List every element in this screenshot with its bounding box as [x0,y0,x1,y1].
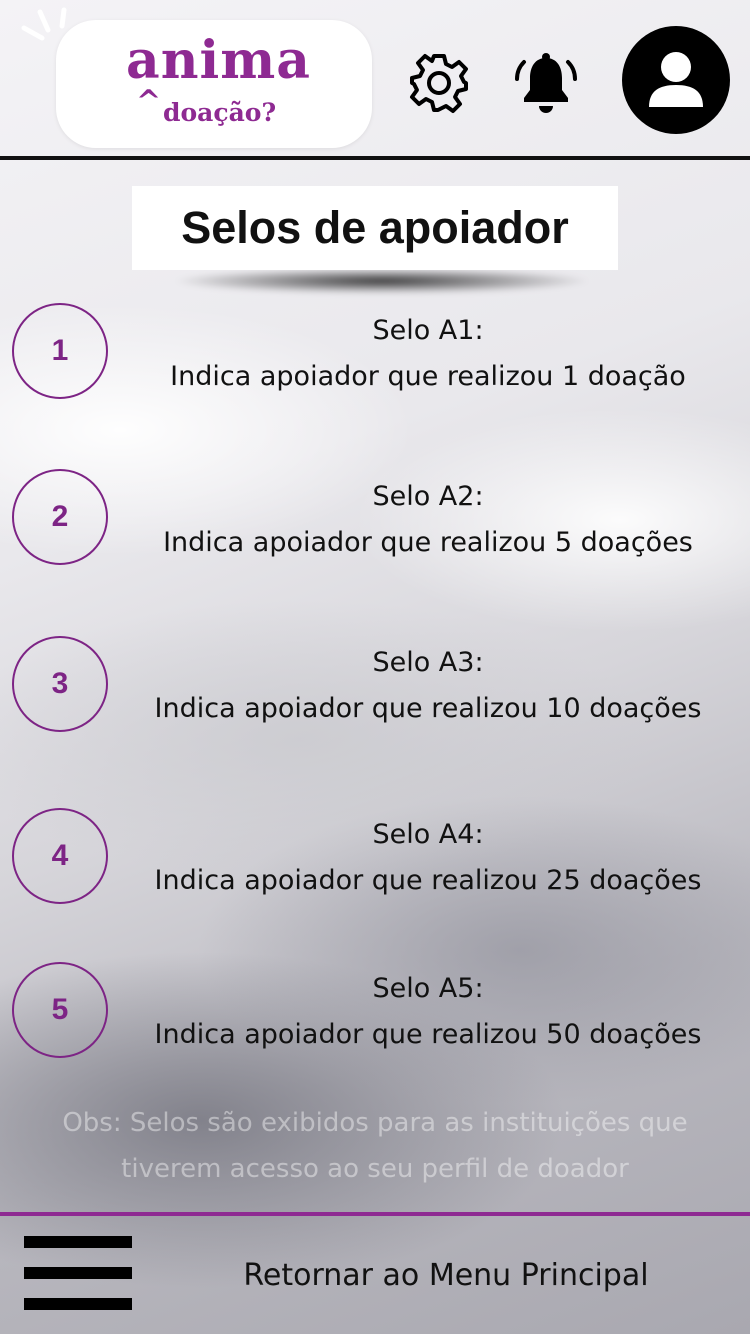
seal-description: Selo A4: Indica apoiador que realizou 25… [106,812,750,904]
seal-name: Selo A1: [372,315,484,346]
seals-visibility-note: Obs: Selos são exibidos para as institui… [10,1100,740,1192]
return-to-main-menu-button[interactable]: Retornar ao Menu Principal [196,1246,696,1304]
hamburger-icon[interactable] [24,1236,132,1310]
seal-number-badge: 3 [12,636,108,732]
header-divider [0,156,750,160]
seal-name: Selo A5: [372,973,484,1004]
settings-button[interactable] [408,52,470,114]
seal-detail: Indica apoiador que realizou 10 doações [154,693,702,724]
seal-item-a2: 2 Selo A2: Indica apoiador que realizou … [0,469,750,592]
notifications-button[interactable] [512,50,580,116]
logo-subtitle: doação? [163,98,277,127]
seal-detail: Indica apoiador que realizou 50 doações [154,1019,702,1050]
seal-detail: Indica apoiador que realizou 1 doação [170,361,686,392]
seal-description: Selo A2: Indica apoiador que realizou 5 … [106,474,750,566]
profile-button[interactable] [622,26,730,134]
bottom-bar: Retornar ao Menu Principal [0,1216,750,1334]
bell-icon [515,53,577,113]
page-title: Selos de apoiador [132,186,618,270]
title-shadow [172,268,592,294]
app-header: anima ^ doação? [0,0,750,158]
seal-item-a4: 4 Selo A4: Indica apoiador que realizou … [0,808,750,930]
seal-name: Selo A3: [372,647,484,678]
logo-wordmark: anima [126,30,311,91]
seal-name: Selo A2: [372,481,484,512]
seal-description: Selo A1: Indica apoiador que realizou 1 … [106,308,750,400]
seal-detail: Indica apoiador que realizou 25 doações [154,865,702,896]
logo-accent: ^ [136,84,162,119]
seal-number-badge: 4 [12,808,108,904]
note-line: tiverem acesso ao seu perfil de doador [121,1154,629,1184]
seal-number-badge: 1 [12,303,108,399]
seal-number-badge: 5 [12,962,108,1058]
seal-number-badge: 2 [12,469,108,565]
user-avatar-icon [649,52,703,107]
seal-description: Selo A5: Indica apoiador que realizou 50… [106,966,750,1058]
gear-icon [410,54,468,113]
seal-name: Selo A4: [372,819,484,850]
seal-item-a3: 3 Selo A3: Indica apoiador que realizou … [0,636,750,758]
seal-item-a5: 5 Selo A5: Indica apoiador que realizou … [0,962,750,1084]
seal-detail: Indica apoiador que realizou 5 doações [163,527,693,558]
note-line: Obs: Selos são exibidos para as institui… [62,1108,688,1138]
seal-item-a1: 1 Selo A1: Indica apoiador que realizou … [0,303,750,426]
seal-description: Selo A3: Indica apoiador que realizou 10… [106,640,750,732]
